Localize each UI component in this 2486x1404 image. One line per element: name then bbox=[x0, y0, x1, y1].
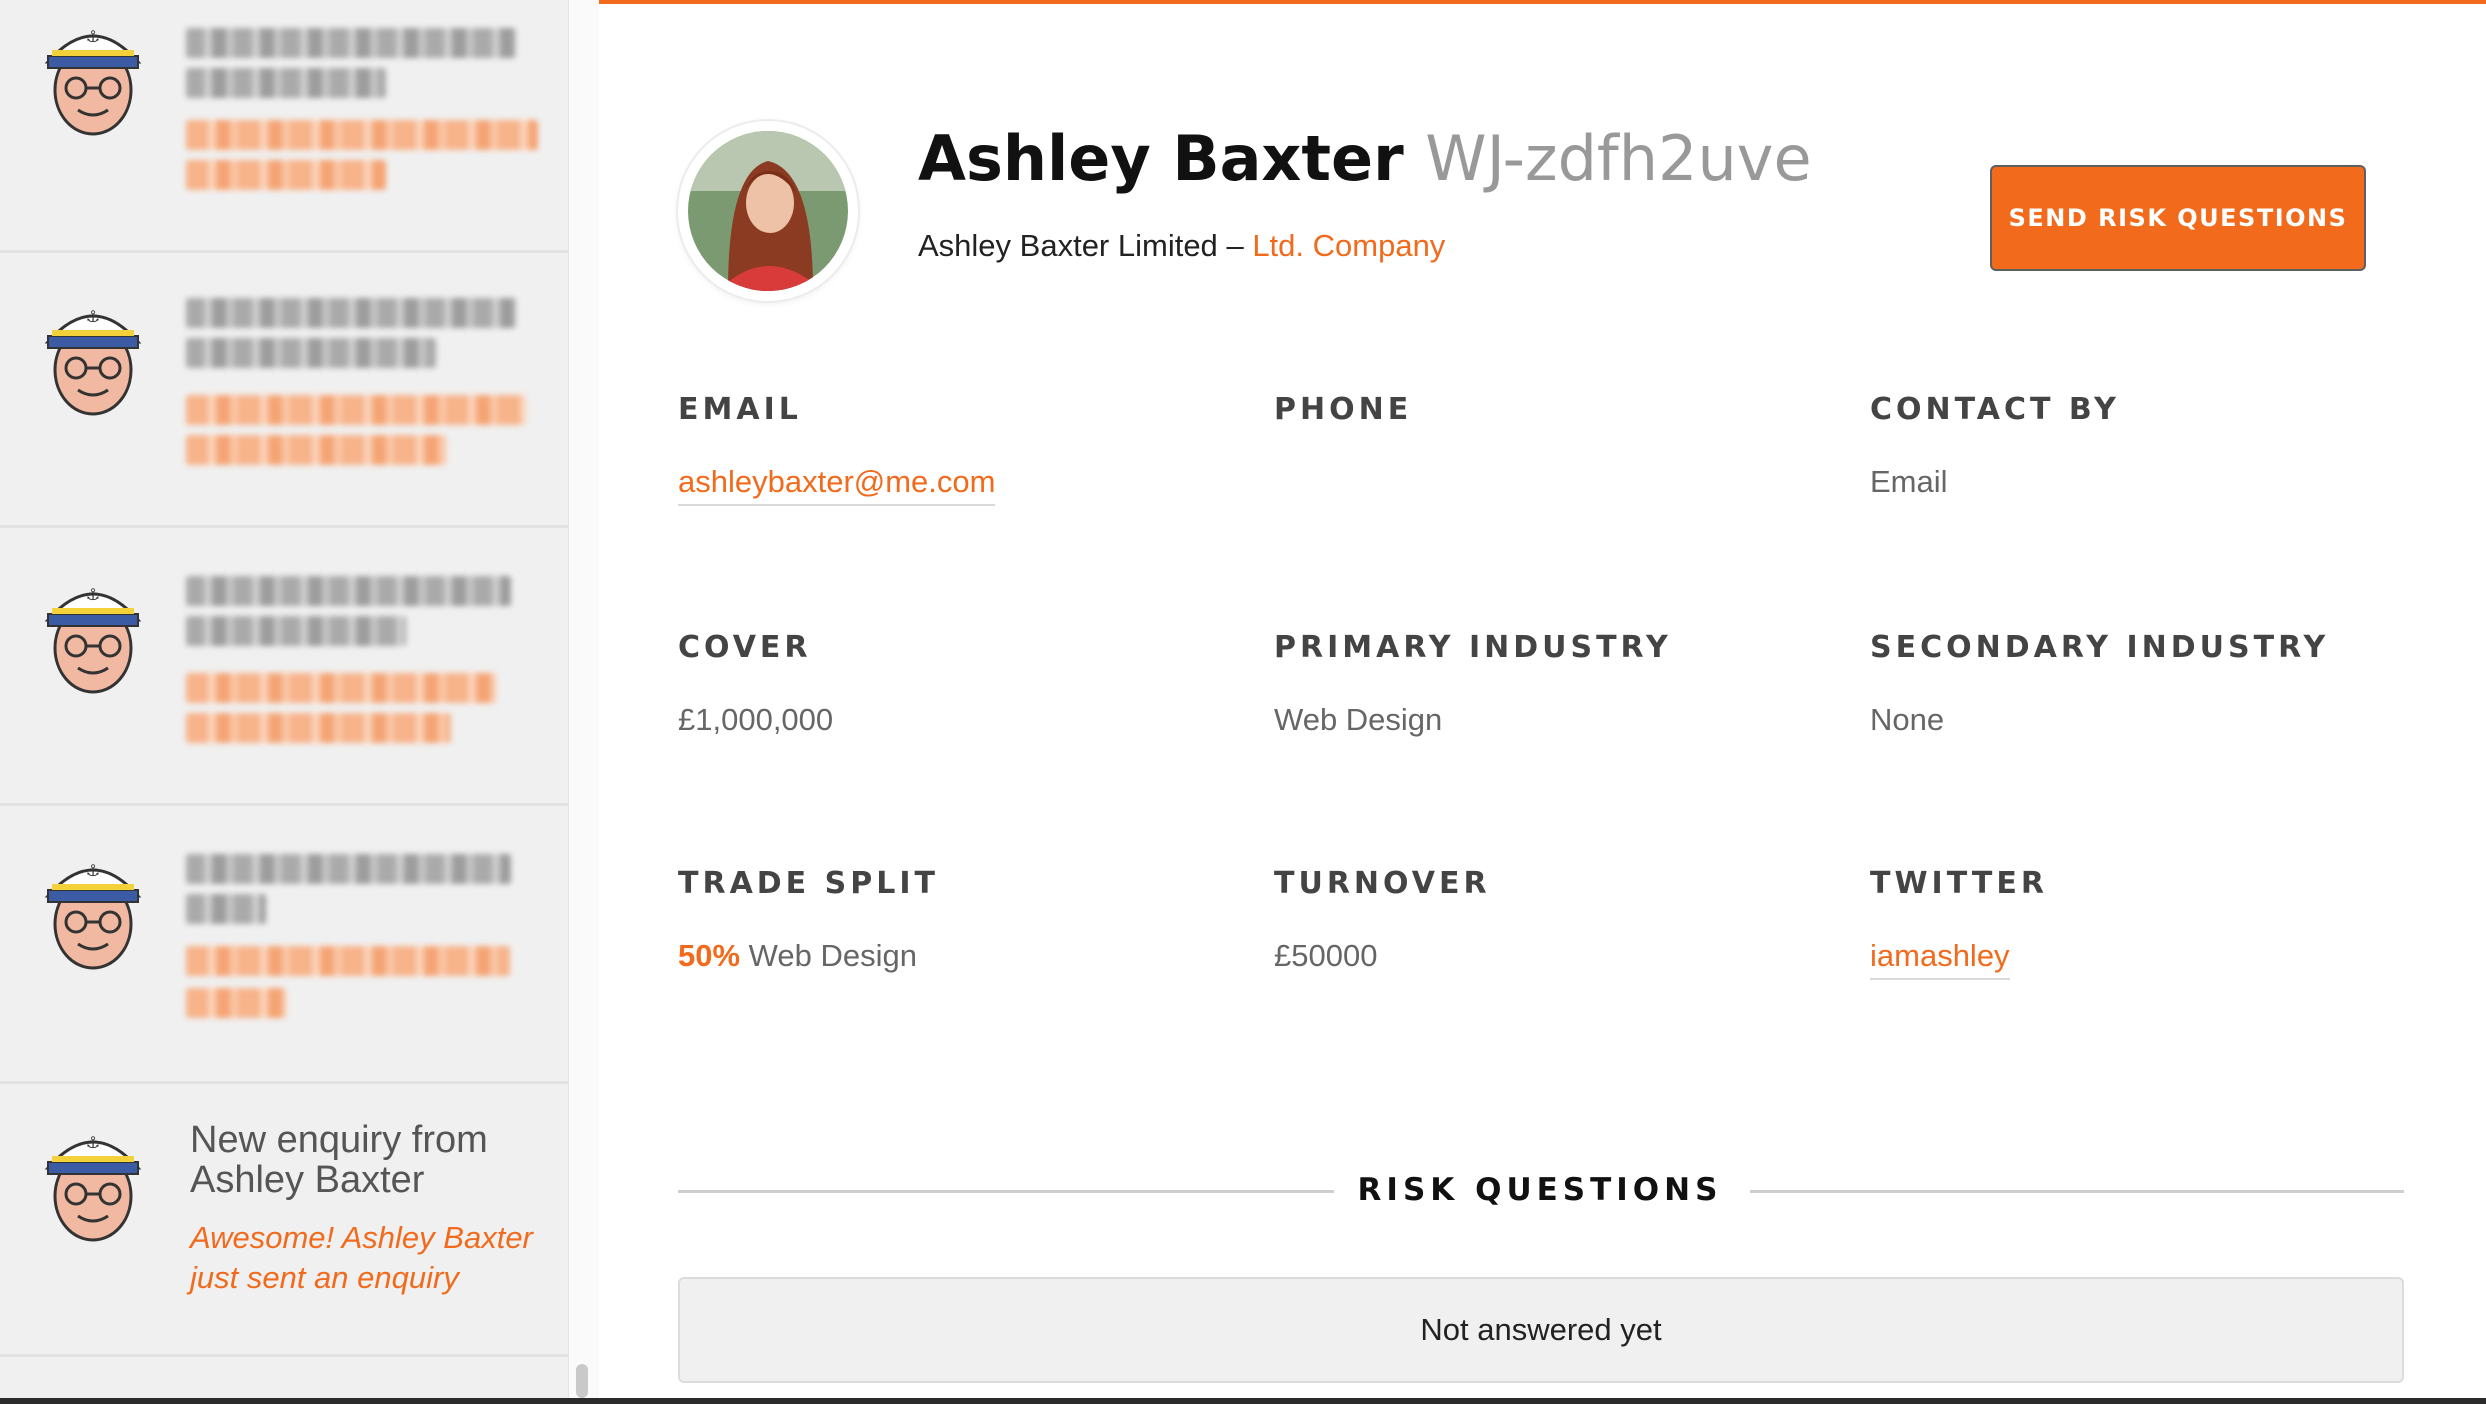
cover-label: COVER bbox=[678, 630, 812, 665]
blurred-text-line bbox=[186, 713, 451, 743]
divider-line-right bbox=[1750, 1190, 2404, 1193]
twitter-link[interactable]: iamashley bbox=[1870, 938, 2010, 980]
company-type-link[interactable]: Ltd. Company bbox=[1252, 228, 1445, 263]
blurred-text-line bbox=[186, 673, 496, 703]
twitter-label: TWITTER bbox=[1870, 866, 2048, 901]
sidebar-scrollbar-thumb[interactable] bbox=[576, 1364, 588, 1398]
trade-split-value: 50% Web Design bbox=[678, 938, 917, 974]
svg-text:⚓: ⚓ bbox=[86, 585, 100, 604]
blurred-text-line bbox=[186, 160, 386, 190]
blurred-text-line bbox=[186, 946, 510, 976]
email-link[interactable]: ashleybaxter@me.com bbox=[678, 464, 996, 506]
turnover-value: £50000 bbox=[1274, 938, 1378, 973]
captain-avatar-icon: ⚓ bbox=[38, 290, 148, 420]
blurred-title-line bbox=[186, 68, 386, 98]
send-risk-questions-button[interactable]: SEND RISK QUESTIONS bbox=[1990, 165, 2366, 271]
profile-photo bbox=[678, 121, 858, 301]
blurred-title-line bbox=[186, 298, 516, 328]
trade-split-industry: Web Design bbox=[748, 938, 917, 973]
secondary-industry-label: SECONDARY INDUSTRY bbox=[1870, 630, 2330, 665]
notification-item[interactable]: ⚓ bbox=[0, 0, 568, 253]
blurred-text-line bbox=[186, 435, 446, 465]
company-separator: – bbox=[1226, 228, 1244, 263]
contact-by-value: Email bbox=[1870, 464, 1948, 499]
divider-line-left bbox=[678, 1190, 1334, 1193]
svg-text:⚓: ⚓ bbox=[86, 27, 100, 46]
notification-item[interactable]: ⚓ bbox=[0, 806, 568, 1084]
profile-name-heading: Ashley Baxter WJ-zdfh2uve bbox=[918, 122, 1812, 195]
notification-item[interactable]: ⚓ bbox=[0, 250, 568, 528]
secondary-industry-value: None bbox=[1870, 702, 1945, 737]
blurred-title-line bbox=[186, 854, 511, 884]
company-line: Ashley Baxter Limited – Ltd. Company bbox=[918, 228, 1445, 264]
contact-by-label: CONTACT BY bbox=[1870, 392, 2120, 427]
blurred-text-line bbox=[186, 395, 526, 425]
window-bottom-edge bbox=[0, 1398, 2486, 1404]
phone-label: PHONE bbox=[1274, 392, 1413, 427]
blurred-title-line bbox=[186, 28, 516, 58]
risk-questions-heading: RISK QUESTIONS bbox=[1357, 1172, 1723, 1208]
notification-item[interactable]: ⚓ bbox=[0, 528, 568, 806]
blurred-title-line bbox=[186, 616, 406, 646]
profile-code: WJ-zdfh2uve bbox=[1425, 122, 1812, 195]
email-label: EMAIL bbox=[678, 392, 802, 427]
blurred-text-line bbox=[186, 120, 538, 150]
svg-text:⚓: ⚓ bbox=[86, 861, 100, 880]
primary-industry-value: Web Design bbox=[1274, 702, 1443, 737]
blurred-title-line bbox=[186, 338, 436, 368]
blurred-title-line bbox=[186, 576, 511, 606]
trade-split-percent: 50% bbox=[678, 938, 741, 973]
captain-avatar-icon: ⚓ bbox=[38, 568, 148, 698]
blurred-text-line bbox=[186, 988, 286, 1018]
notification-item[interactable]: ⚓ New enquiry from Ashley Baxter Awesome… bbox=[0, 1084, 568, 1357]
turnover-label: TURNOVER bbox=[1274, 866, 1491, 901]
captain-avatar-icon: ⚓ bbox=[38, 1116, 148, 1246]
risk-questions-status-box: Not answered yet bbox=[678, 1277, 2404, 1383]
notifications-sidebar: ⚓ ⚓ ⚓ ⚓ ⚓ New enquiry from Ashley Baxter… bbox=[0, 0, 570, 1404]
blurred-title-line bbox=[186, 894, 266, 924]
notification-title: New enquiry from Ashley Baxter bbox=[190, 1119, 488, 1201]
company-name: Ashley Baxter Limited bbox=[918, 228, 1218, 263]
sidebar-scroll-track[interactable] bbox=[568, 0, 599, 1404]
svg-text:⚓: ⚓ bbox=[86, 1133, 100, 1152]
risk-questions-status: Not answered yet bbox=[1420, 1312, 1662, 1347]
notification-text: Awesome! Ashley Baxter just sent an enqu… bbox=[190, 1220, 533, 1295]
trade-split-label: TRADE SPLIT bbox=[678, 866, 939, 901]
primary-industry-label: PRIMARY INDUSTRY bbox=[1274, 630, 1672, 665]
svg-text:⚓: ⚓ bbox=[86, 307, 100, 326]
profile-name: Ashley Baxter bbox=[918, 122, 1404, 195]
captain-avatar-icon: ⚓ bbox=[38, 10, 148, 140]
captain-avatar-icon: ⚓ bbox=[38, 844, 148, 974]
cover-value: £1,000,000 bbox=[678, 702, 834, 737]
